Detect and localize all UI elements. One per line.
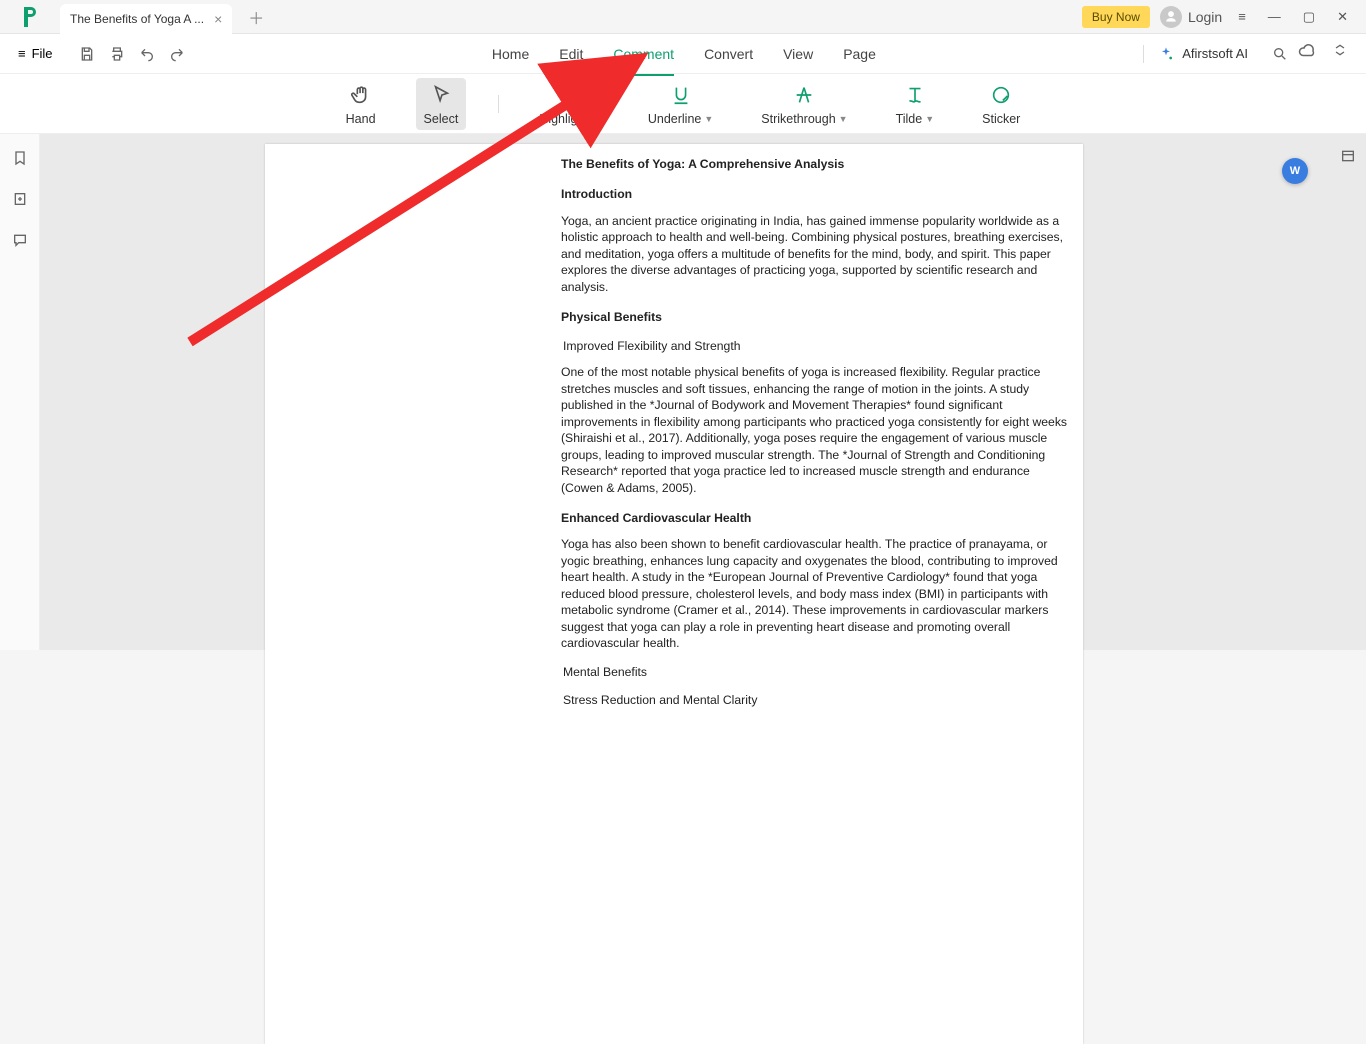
cloud-icon[interactable]: [1298, 42, 1316, 65]
underline-tool[interactable]: Underline▼: [640, 78, 721, 130]
tool-label: Hand: [346, 112, 376, 126]
main-nav: Home Edit Comment Convert View Page: [225, 38, 1144, 70]
sub-heading: Improved Flexibility and Strength: [561, 338, 1073, 354]
doc-title: The Benefits of Yoga: A Comprehensive An…: [561, 156, 1073, 172]
sub-heading: Stress Reduction and Mental Clarity: [561, 692, 1073, 708]
tool-label: Sticker: [982, 112, 1020, 126]
chevron-down-icon[interactable]: ▼: [704, 114, 713, 124]
app-logo: [15, 2, 45, 32]
tab-close-icon[interactable]: ×: [214, 11, 222, 27]
quick-actions: [71, 46, 225, 62]
search-icon[interactable]: [1262, 46, 1298, 62]
undo-icon[interactable]: [139, 46, 155, 62]
tab-title: The Benefits of Yoga A ...: [70, 12, 204, 26]
sticker-tool[interactable]: Sticker: [974, 78, 1028, 130]
minimize-icon[interactable]: —: [1268, 9, 1281, 25]
tool-label: Highlight: [539, 112, 588, 126]
new-tab-button[interactable]: ＋: [244, 1, 268, 33]
save-icon[interactable]: [79, 46, 95, 62]
login-label: Login: [1188, 9, 1222, 25]
nav-view[interactable]: View: [783, 38, 813, 70]
nav-comment[interactable]: Comment: [613, 38, 674, 70]
toolbar: Hand Select Highlight▼ Underline▼ Strike…: [0, 74, 1366, 134]
avatar-icon: [1160, 6, 1182, 28]
underline-icon: [670, 82, 692, 108]
left-sidebar: [0, 134, 40, 650]
nav-page[interactable]: Page: [843, 38, 876, 70]
section-heading: Mental Benefits: [561, 664, 1073, 680]
tool-label: Strikethrough: [761, 112, 835, 126]
add-page-icon[interactable]: [12, 191, 28, 212]
strikethrough-tool[interactable]: Strikethrough ▼: [753, 78, 855, 130]
tilde-icon: [904, 82, 926, 108]
ai-button[interactable]: Afirstsoft AI: [1144, 46, 1262, 62]
sub-heading: Enhanced Cardiovascular Health: [561, 510, 1073, 526]
select-tool[interactable]: Select: [416, 78, 467, 130]
tool-label: Underline: [648, 112, 702, 126]
ai-label: Afirstsoft AI: [1182, 46, 1248, 61]
document-content: The Benefits of Yoga: A Comprehensive An…: [561, 156, 1073, 709]
nav-convert[interactable]: Convert: [704, 38, 753, 70]
hand-icon: [350, 82, 372, 108]
maximize-icon[interactable]: ▢: [1303, 9, 1315, 25]
redo-icon[interactable]: [169, 46, 185, 62]
tool-label: Select: [424, 112, 459, 126]
document-tab[interactable]: The Benefits of Yoga A ... ×: [60, 4, 232, 34]
content-area: W The Benefits of Yoga: A Comprehensive …: [0, 134, 1366, 650]
chevron-down-icon[interactable]: ▼: [591, 114, 600, 124]
section-heading: Introduction: [561, 186, 1073, 202]
nav-edit[interactable]: Edit: [559, 38, 583, 70]
navbar: ≡ File Home Edit Comment Convert View Pa…: [0, 34, 1366, 74]
menu-icon[interactable]: ≡: [1238, 9, 1246, 25]
section-heading: Physical Benefits: [561, 309, 1073, 325]
hamburger-icon: ≡: [18, 46, 26, 61]
comment-icon[interactable]: [12, 232, 28, 253]
document-page[interactable]: The Benefits of Yoga: A Comprehensive An…: [265, 144, 1083, 1044]
chevron-down-icon[interactable]: ▼: [925, 114, 934, 124]
word-export-badge[interactable]: W: [1282, 158, 1308, 184]
bookmark-icon[interactable]: [12, 150, 28, 171]
tilde-tool[interactable]: Tilde▼: [888, 78, 943, 130]
titlebar: The Benefits of Yoga A ... × ＋ Buy Now L…: [0, 0, 1366, 34]
cursor-icon: [430, 82, 452, 108]
right-icons: [1298, 42, 1366, 65]
paragraph: One of the most notable physical benefit…: [561, 364, 1073, 496]
paragraph: Yoga, an ancient practice originating in…: [561, 213, 1073, 295]
buy-now-button[interactable]: Buy Now: [1082, 6, 1150, 28]
tool-label: Tilde: [896, 112, 923, 126]
sparkle-icon: [1158, 46, 1174, 62]
right-sidebar: [1330, 134, 1366, 650]
expand-icon[interactable]: [1332, 42, 1348, 65]
file-label: File: [32, 46, 53, 61]
badge-label: W: [1290, 165, 1300, 177]
nav-home[interactable]: Home: [492, 38, 529, 70]
file-menu-button[interactable]: ≡ File: [0, 46, 71, 61]
hand-tool[interactable]: Hand: [338, 78, 384, 130]
highlight-tool[interactable]: Highlight▼: [531, 78, 608, 130]
login-button[interactable]: Login: [1160, 6, 1222, 28]
sticker-icon: [990, 82, 1012, 108]
chevron-down-icon[interactable]: ▼: [839, 114, 848, 124]
close-icon[interactable]: ✕: [1337, 9, 1348, 25]
print-icon[interactable]: [109, 46, 125, 62]
highlight-icon: [559, 82, 581, 108]
paragraph: Yoga has also been shown to benefit card…: [561, 536, 1073, 651]
strikethrough-icon: [793, 82, 815, 108]
panel-icon[interactable]: [1340, 148, 1356, 169]
window-controls: ≡ — ▢ ✕: [1238, 9, 1366, 25]
